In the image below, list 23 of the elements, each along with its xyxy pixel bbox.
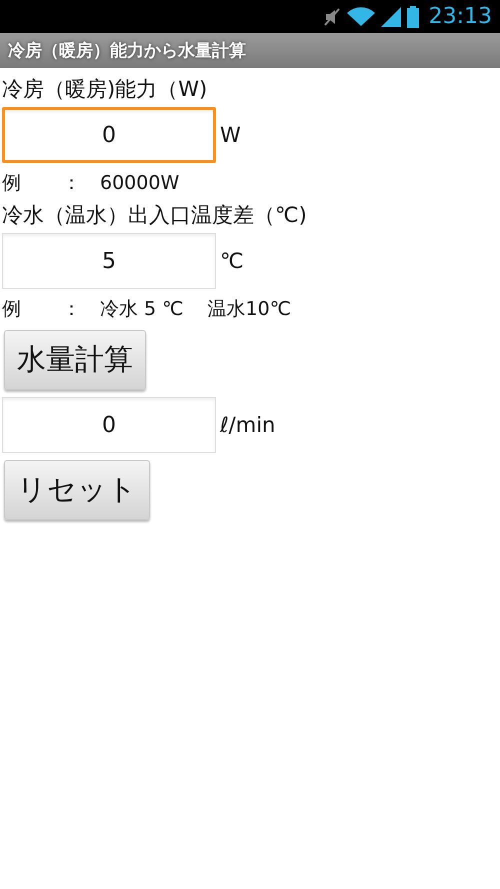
example-text: 温水10℃ — [208, 297, 292, 322]
example-text: ： — [62, 171, 82, 196]
example-text: 冷水 5 ℃ — [100, 297, 184, 322]
unit-label: W — [220, 123, 241, 147]
field-label: 冷水（温水）出入口温度差（℃) — [2, 202, 307, 229]
unit-label: ℓ/min — [220, 413, 276, 437]
action-button[interactable]: リセット — [4, 460, 150, 520]
example-text: 60000W — [100, 171, 180, 196]
signal-icon — [380, 6, 401, 26]
wifi-icon — [346, 6, 375, 26]
example-text: 例 — [2, 171, 22, 196]
unit-label: ℃ — [220, 249, 244, 273]
number-field[interactable]: 5 — [2, 233, 216, 289]
battery-icon — [406, 6, 419, 28]
app-title: 冷房（暖房）能力から水量計算 — [8, 40, 246, 62]
muted-speaker-icon — [322, 6, 341, 26]
number-field[interactable]: 0 — [2, 397, 216, 453]
number-field[interactable]: 0 — [2, 107, 216, 163]
field-label: 冷房（暖房)能力（W) — [2, 76, 208, 103]
example-text: ： — [62, 297, 82, 322]
action-button[interactable]: 水量計算 — [4, 330, 146, 390]
example-text: 例 — [2, 297, 22, 322]
clock-time: 23:13 — [428, 4, 492, 29]
